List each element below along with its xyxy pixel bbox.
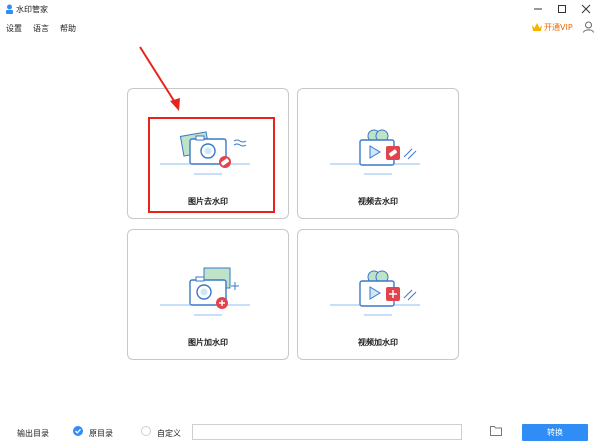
radio-custom-directory[interactable]	[141, 426, 151, 436]
card-video-add-watermark[interactable]: 视频加水印	[297, 229, 459, 360]
maximize-button[interactable]	[550, 1, 574, 17]
vip-button[interactable]: 开通VIP	[532, 22, 573, 33]
card-photo-add-watermark[interactable]: 图片加水印	[127, 229, 289, 360]
video-remove-watermark-icon	[330, 129, 420, 175]
output-path-input[interactable]	[192, 424, 462, 440]
crown-icon	[532, 23, 542, 31]
close-button[interactable]	[574, 1, 598, 17]
bottom-bar: 输出目录 原目录 自定义 转换	[0, 418, 600, 448]
minimize-icon	[534, 8, 542, 10]
card-video-remove-watermark[interactable]: 视频去水印	[297, 88, 459, 219]
card-label: 图片加水印	[188, 338, 228, 347]
original-directory-label[interactable]: 原目录	[89, 428, 113, 439]
convert-button[interactable]: 转换	[522, 424, 588, 441]
close-icon	[581, 4, 591, 14]
card-label: 视频加水印	[358, 338, 398, 347]
video-add-watermark-icon	[330, 270, 420, 316]
card-label: 视频去水印	[358, 197, 398, 206]
vip-label: 开通VIP	[544, 23, 573, 32]
radio-original-directory[interactable]	[73, 426, 83, 436]
folder-icon[interactable]	[490, 425, 502, 436]
output-directory-label: 输出目录	[17, 429, 49, 438]
photo-add-watermark-icon	[160, 267, 250, 316]
maximize-icon	[558, 5, 566, 13]
minimize-button[interactable]	[526, 1, 550, 17]
check-icon	[75, 428, 81, 434]
annotation-arrow-icon	[139, 46, 180, 111]
user-account-icon[interactable]	[583, 21, 594, 33]
custom-directory-label[interactable]: 自定义	[157, 428, 181, 439]
highlight-box	[148, 117, 275, 213]
